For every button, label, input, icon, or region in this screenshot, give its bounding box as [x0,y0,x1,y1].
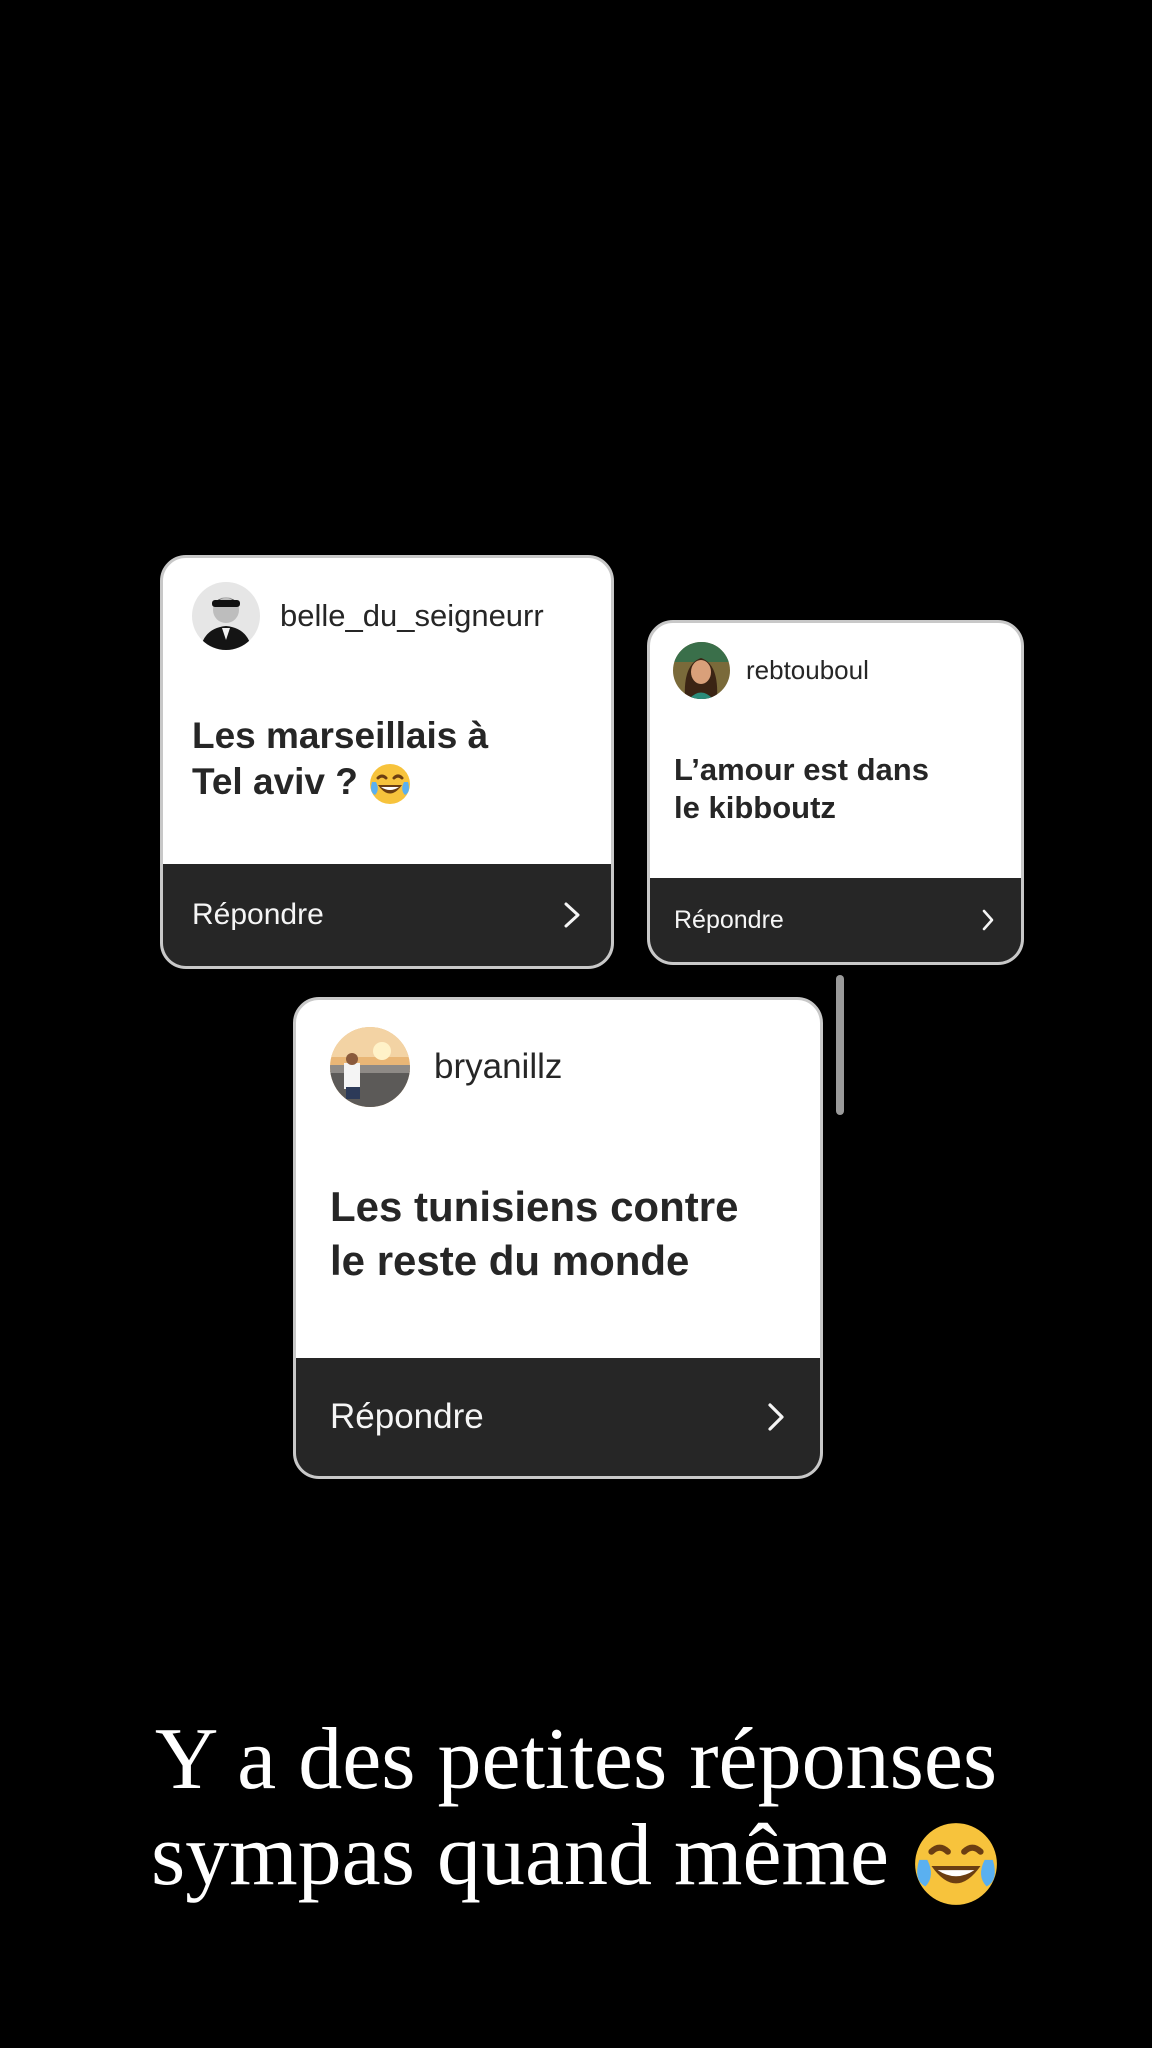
question-card-rebtouboul[interactable]: rebtouboul L’amour est dans le kibboutz … [647,620,1024,965]
reply-label: Répondre [330,1397,484,1436]
question-card-bryanillz[interactable]: bryanillz Les tunisiens contre le reste … [293,997,823,1479]
caption-line-2: sympas quand même [0,1808,1152,1909]
chevron-right-icon [981,908,995,932]
laughing-tears-emoji-icon [911,1819,1001,1909]
avatar [192,582,260,650]
reply-label: Répondre [674,905,784,934]
reply-button[interactable]: Répondre [163,864,611,966]
laughing-tears-emoji-icon [368,762,412,806]
card-header: bryanillz [330,1027,562,1107]
question-card-belle[interactable]: belle_du_seigneurr Les marseillais à Tel… [160,555,614,969]
question-text: Les tunisiens contre le reste du monde [330,1183,739,1284]
username: belle_du_seigneurr [280,598,544,633]
chevron-right-icon [766,1401,786,1433]
question-text: Les marseillais à Tel aviv ? [192,713,488,806]
reply-label: Répondre [192,898,324,931]
chevron-right-icon [563,901,581,929]
scroll-indicator [836,975,844,1115]
card-header: rebtouboul [673,642,869,699]
username: rebtouboul [746,655,869,685]
reply-button[interactable]: Répondre [296,1358,820,1476]
avatar [330,1027,410,1107]
question-text: L’amour est dans le kibboutz [674,752,929,825]
username: bryanillz [434,1047,563,1086]
caption-line-1: Y a des petites réponses [154,1711,998,1808]
story-caption: Y a des petites réponses sympas quand mê… [0,1712,1152,1909]
avatar [673,642,730,699]
card-header: belle_du_seigneurr [192,582,544,650]
reply-button[interactable]: Répondre [650,878,1021,962]
